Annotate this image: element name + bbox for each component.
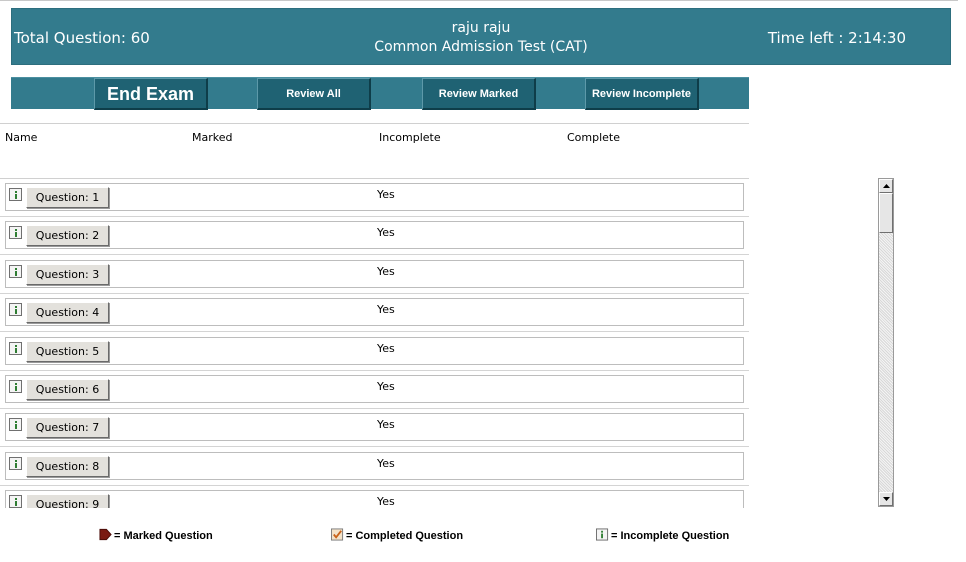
legend-completed-label: = Completed Question <box>346 530 464 542</box>
column-header-incomplete: Incomplete <box>379 131 441 144</box>
question-button[interactable]: Question: 8 <box>26 455 109 477</box>
incomplete-status: Yes <box>377 495 395 508</box>
column-header-complete: Complete <box>567 131 621 144</box>
question-list-scrollbar[interactable] <box>878 178 894 507</box>
incomplete-status: Yes <box>377 264 395 278</box>
question-row: Question: 5 Yes <box>5 336 744 365</box>
incomplete-info-icon <box>9 226 22 240</box>
row-divider <box>0 369 749 371</box>
marked-flag-icon <box>99 528 112 541</box>
question-list: Question: 1 Yes Question: 2 Yes Question: 3 Y… <box>0 178 749 508</box>
incomplete-info-icon <box>9 303 22 317</box>
scroll-up-button[interactable] <box>879 179 893 193</box>
legend-incomplete: = Incomplete Question <box>596 528 729 542</box>
incomplete-info-icon <box>9 495 22 508</box>
question-button[interactable]: Question: 7 <box>26 417 109 439</box>
question-row: Question: 9 Yes <box>5 490 744 508</box>
row-divider <box>0 484 749 486</box>
question-button[interactable]: Question: 2 <box>26 225 109 247</box>
review-all-button[interactable]: Review All <box>257 78 371 110</box>
legend-marked-label: = Marked Question <box>114 530 213 542</box>
incomplete-status: Yes <box>377 380 395 393</box>
incomplete-info-icon <box>9 264 22 278</box>
top-divider <box>0 0 958 1</box>
question-row: Question: 1 Yes <box>5 183 744 211</box>
incomplete-info-icon <box>9 456 22 470</box>
incomplete-status: Yes <box>377 226 395 240</box>
question-row: Question: 2 Yes <box>5 221 744 250</box>
row-divider <box>0 446 749 448</box>
review-marked-button[interactable]: Review Marked <box>422 78 536 110</box>
review-incomplete-button[interactable]: Review Incomplete <box>585 78 699 110</box>
legend-marked: = Marked Question <box>99 528 213 542</box>
time-left: Time left : 2:14:30 <box>767 29 906 47</box>
review-toolbar: End Exam Review All Review Marked Review… <box>11 77 749 110</box>
row-divider <box>0 254 749 256</box>
question-row: Question: 7 Yes <box>5 413 744 442</box>
incomplete-info-icon <box>9 380 22 393</box>
completed-check-icon <box>331 528 344 541</box>
incomplete-status: Yes <box>377 456 395 470</box>
question-row: Question: 3 Yes <box>5 259 744 288</box>
legend-incomplete-label: = Incomplete Question <box>611 530 730 542</box>
incomplete-status: Yes <box>377 303 395 317</box>
question-row: Question: 8 Yes <box>5 451 744 480</box>
incomplete-status: Yes <box>377 418 395 432</box>
exam-header: Total Question: 60 raju raju Common Admi… <box>11 8 951 65</box>
question-button[interactable]: Question: 1 <box>26 187 109 208</box>
row-divider <box>0 216 749 217</box>
incomplete-status: Yes <box>377 341 395 355</box>
arrow-down-icon <box>883 497 890 501</box>
question-button[interactable]: Question: 3 <box>26 263 109 285</box>
incomplete-info-icon <box>9 418 22 432</box>
row-divider <box>0 292 749 294</box>
question-button[interactable]: Question: 4 <box>26 302 109 324</box>
question-button[interactable]: Question: 6 <box>26 379 109 400</box>
legend-completed: = Completed Question <box>331 528 463 542</box>
row-divider <box>0 331 749 333</box>
incomplete-info-icon <box>9 188 22 201</box>
column-header-marked: Marked <box>192 131 233 144</box>
row-divider <box>0 408 749 409</box>
question-row: Question: 6 Yes <box>5 375 744 403</box>
end-exam-button[interactable]: End Exam <box>94 78 208 110</box>
question-button[interactable]: Question: 9 <box>26 494 109 508</box>
scroll-down-button[interactable] <box>879 492 893 506</box>
question-button[interactable]: Question: 5 <box>26 340 109 362</box>
incomplete-info-icon <box>9 341 22 355</box>
incomplete-info-icon <box>596 528 609 541</box>
column-header-name: Name <box>5 131 38 144</box>
arrow-up-icon <box>883 184 890 188</box>
question-row: Question: 4 Yes <box>5 298 744 327</box>
scroll-thumb[interactable] <box>879 193 893 233</box>
incomplete-status: Yes <box>377 188 395 201</box>
header-divider <box>0 123 749 124</box>
